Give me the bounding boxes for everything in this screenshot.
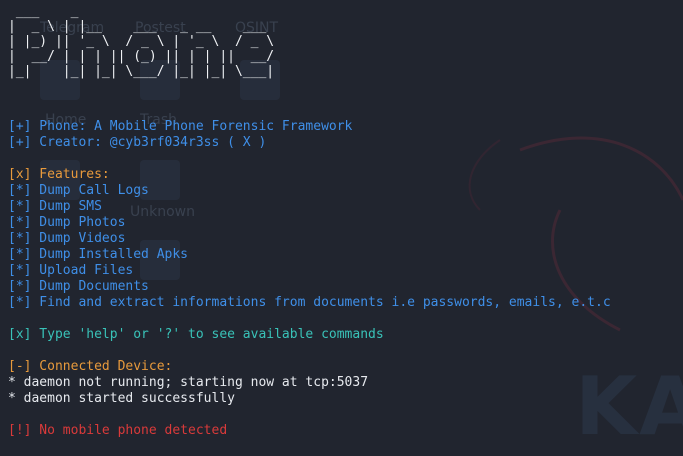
phone-ascii-logo: ___ _ | _ \ | |__ ___ _ __ ___ | |_) || … [8,4,275,79]
feature-item: [*] Find and extract informations from d… [8,295,611,310]
feature-item: [*] Dump Documents [8,279,149,294]
error-no-device-line: [!] No mobile phone detected [8,423,228,438]
features-heading: [x] Features: [8,167,110,182]
feature-item: [*] Upload Files [8,263,134,278]
intro-creator-line: [+] Creator: @cyb3rf034r3ss ( X ) [8,135,267,150]
intro-title-line: [+] Phone: A Mobile Phone Forensic Frame… [8,119,353,134]
connected-device-heading: [-] Connected Device: [8,359,173,374]
feature-item: [*] Dump SMS [8,199,102,214]
daemon-status-line: * daemon started successfully [8,391,235,406]
help-hint-line: [x] Type 'help' or '?' to see available … [8,327,384,342]
feature-item: [*] Dump Call Logs [8,183,149,198]
feature-item: [*] Dump Installed Apks [8,247,189,262]
daemon-status-line: * daemon not running; starting now at tc… [8,375,369,390]
feature-item: [*] Dump Videos [8,231,126,246]
feature-item: [*] Dump Photos [8,215,126,230]
terminal-window[interactable]: ___ _ | _ \ | |__ ___ _ __ ___ | |_) || … [0,0,683,456]
